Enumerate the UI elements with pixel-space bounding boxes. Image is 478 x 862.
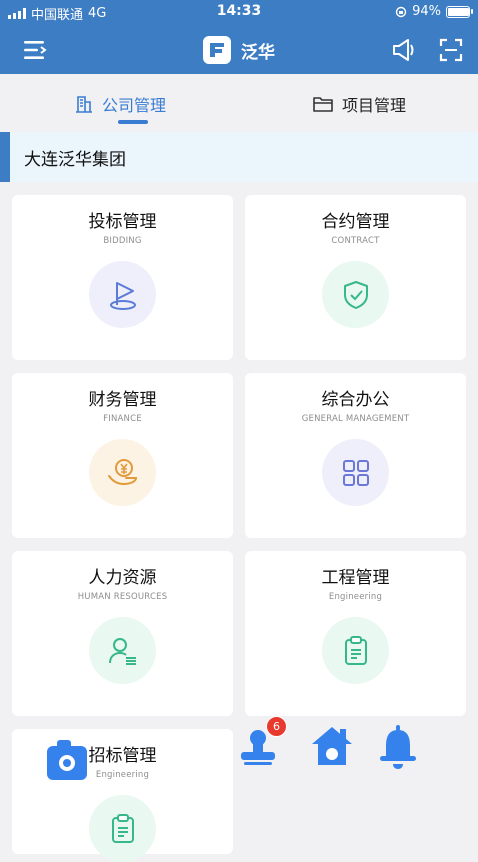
module-card-bidding[interactable]: 投标管理 BIDDING [12,195,233,360]
module-title: 工程管理 [321,568,390,588]
stamp-badge: 6 [266,716,287,737]
module-card-general[interactable]: 综合办公 GENERAL MANAGEMENT [245,373,466,538]
nav-bar: 泛华 [0,28,478,72]
battery-percent: 94% [412,4,441,19]
clipboard-icon [322,617,389,684]
home-icon[interactable] [310,724,354,768]
app-name: 泛华 [241,42,275,63]
app-logo: 泛华 [203,36,275,64]
module-subtitle: GENERAL MANAGEMENT [301,414,410,424]
building-icon [76,96,92,113]
module-title: 人力资源 [88,568,157,588]
module-title: 财务管理 [88,390,157,410]
person-list-icon [89,617,156,684]
active-tab-indicator [118,120,148,124]
camera-icon[interactable] [45,738,89,782]
module-card-engineering[interactable]: 工程管理 Engineering [245,551,466,716]
module-title: 综合办公 [321,390,390,410]
clipboard-icon [89,795,156,862]
flag-icon [89,261,156,328]
module-subtitle: BIDDING [103,236,142,246]
scan-icon[interactable] [438,37,464,63]
folder-icon [313,97,333,112]
module-title: 投标管理 [88,212,157,232]
status-bar: 中国联通 4G 14:33 94% [0,0,478,24]
tab-label: 项目管理 [342,96,407,115]
battery-icon [446,5,473,18]
module-card-finance[interactable]: 财务管理 FINANCE [12,373,233,538]
module-subtitle: FINANCE [103,414,142,424]
app-logo-mark [203,36,231,64]
group-title: 大连泛华集团 [0,132,478,182]
app-header: 中国联通 4G 14:33 94% 泛华 [0,0,478,74]
orientation-lock-icon [395,6,407,17]
bell-icon[interactable] [376,724,420,770]
tab-company[interactable]: 公司管理 [74,92,166,116]
speaker-icon[interactable] [391,37,417,63]
module-title: 合约管理 [321,212,390,232]
tab-project[interactable]: 项目管理 [312,92,406,116]
module-card-hr[interactable]: 人力资源 HUMAN RESOURCES [12,551,233,716]
module-card-contract[interactable]: 合约管理 CONTRACT [245,195,466,360]
menu-icon[interactable] [22,38,48,62]
module-subtitle: HUMAN RESOURCES [77,592,168,602]
yuan-hand-icon [89,439,156,506]
tab-label: 公司管理 [102,96,167,115]
grid-icon [322,439,389,506]
shield-check-icon [322,261,389,328]
tab-bar: 公司管理 项目管理 [0,74,478,132]
module-subtitle: CONTRACT [331,236,380,246]
module-subtitle: Engineering [328,592,383,602]
